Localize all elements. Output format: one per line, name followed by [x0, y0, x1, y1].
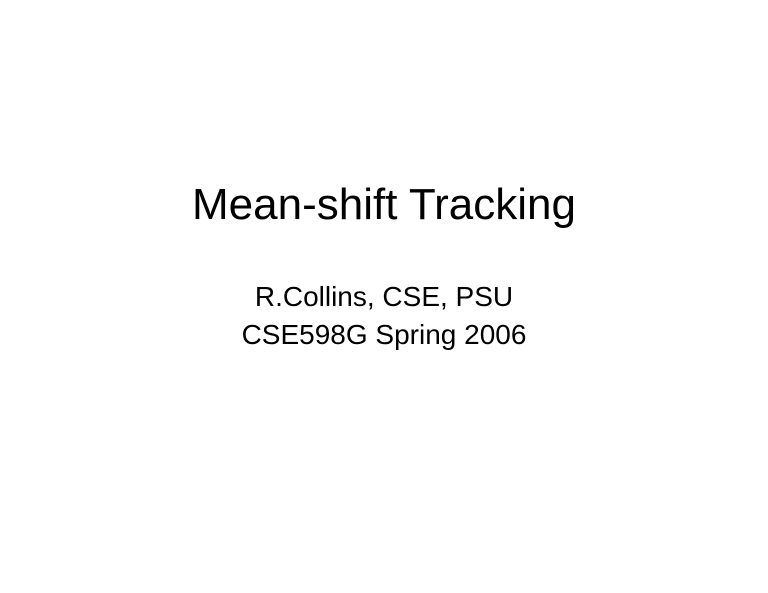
author-line: R.Collins, CSE, PSU	[242, 278, 527, 316]
slide-title: Mean-shift Tracking	[192, 180, 576, 230]
slide-subtitle: R.Collins, CSE, PSU CSE598G Spring 2006	[242, 278, 527, 354]
course-line: CSE598G Spring 2006	[242, 316, 527, 354]
slide: Mean-shift Tracking R.Collins, CSE, PSU …	[0, 0, 768, 593]
